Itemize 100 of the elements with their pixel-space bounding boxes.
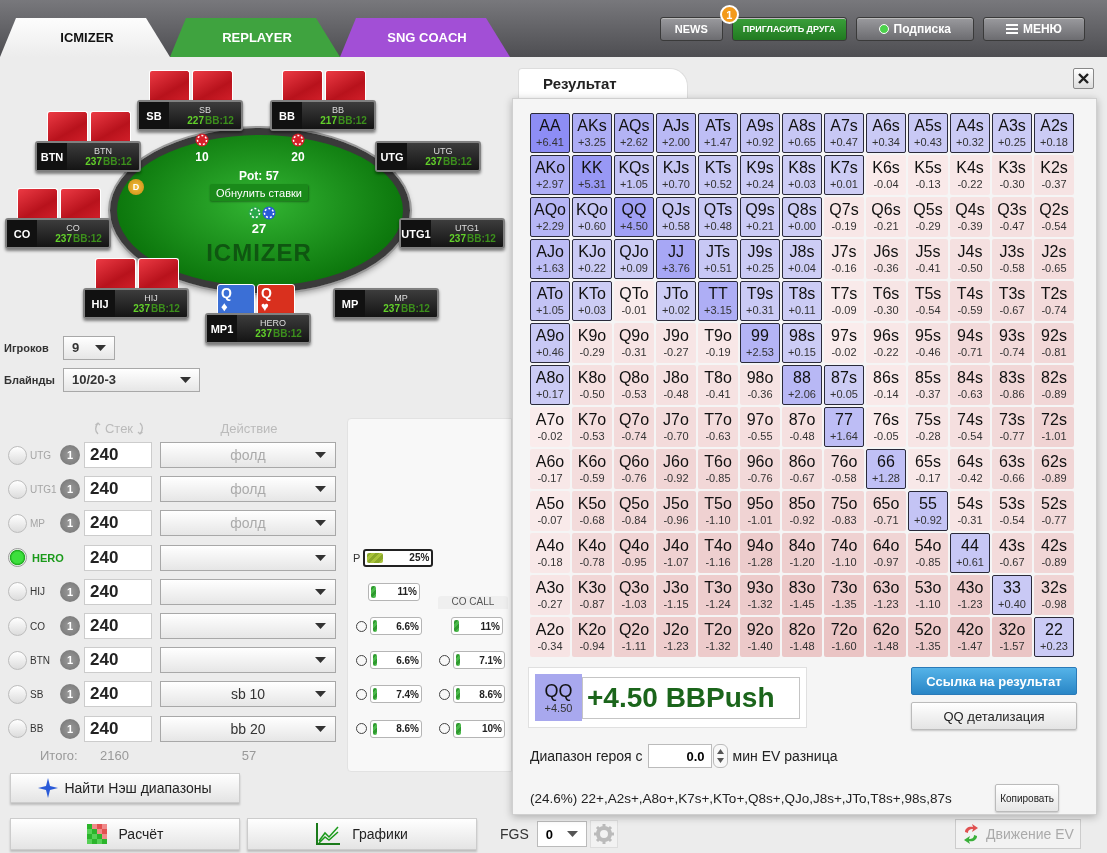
hand-cell[interactable]: 82s -0.89 bbox=[1034, 365, 1074, 405]
radio-button[interactable] bbox=[8, 548, 27, 568]
radio-button[interactable] bbox=[8, 719, 27, 739]
charts-button[interactable]: Графики bbox=[247, 818, 477, 850]
hand-cell[interactable]: Q5o -0.84 bbox=[614, 491, 654, 531]
hand-cell[interactable]: 65o -0.71 bbox=[866, 491, 906, 531]
hand-cell[interactable]: K6s -0.04 bbox=[866, 155, 906, 195]
hand-cell[interactable]: Q9o -0.31 bbox=[614, 323, 654, 363]
hand-cell[interactable]: 64o -0.97 bbox=[866, 533, 906, 573]
hand-cell[interactable]: T3s -0.67 bbox=[992, 281, 1032, 321]
hand-cell[interactable]: 53o -1.10 bbox=[908, 575, 948, 615]
hand-cell[interactable]: 92s -0.81 bbox=[1034, 323, 1074, 363]
hand-cell[interactable]: 62o -1.48 bbox=[866, 617, 906, 657]
hand-cell[interactable]: 85o -0.92 bbox=[782, 491, 822, 531]
hand-cell[interactable]: 54s -0.31 bbox=[950, 491, 990, 531]
hand-cell[interactable]: J3s -0.58 bbox=[992, 239, 1032, 279]
hand-cell[interactable]: T3o -1.24 bbox=[698, 575, 738, 615]
hand-cell[interactable]: 92o -1.40 bbox=[740, 617, 780, 657]
hand-cell[interactable]: KJo +0.22 bbox=[572, 239, 612, 279]
radio-button[interactable] bbox=[8, 684, 27, 704]
stack-field[interactable]: 240 bbox=[84, 715, 152, 742]
hand-cell[interactable]: AA +6.41 bbox=[530, 113, 570, 153]
hand-cell[interactable]: 64s -0.42 bbox=[950, 449, 990, 489]
hand-cell[interactable]: J5o -0.96 bbox=[656, 491, 696, 531]
hand-cell[interactable]: T2s -0.74 bbox=[1034, 281, 1074, 321]
hand-cell[interactable]: K5o -0.68 bbox=[572, 491, 612, 531]
hand-cell[interactable]: 42o -1.47 bbox=[950, 617, 990, 657]
hand-cell[interactable]: T9o -0.19 bbox=[698, 323, 738, 363]
ev-threshold-field[interactable]: 0.0 bbox=[647, 744, 712, 768]
action-dropdown[interactable]: sb 10 bbox=[160, 681, 336, 708]
radio-button[interactable] bbox=[8, 650, 27, 670]
hand-cell[interactable]: A5o -0.07 bbox=[530, 491, 570, 531]
hand-cell[interactable]: T8o -0.41 bbox=[698, 365, 738, 405]
hand-cell[interactable]: A2o -0.34 bbox=[530, 617, 570, 657]
hand-cell[interactable]: A7s +0.47 bbox=[824, 113, 864, 153]
hand-cell[interactable]: 32o -1.57 bbox=[992, 617, 1032, 657]
hand-cell[interactable]: 74o -1.10 bbox=[824, 533, 864, 573]
hand-cell[interactable]: Q8o -0.53 bbox=[614, 365, 654, 405]
hand-cell[interactable]: J3o -1.15 bbox=[656, 575, 696, 615]
hand-cell[interactable]: 72s -1.01 bbox=[1034, 407, 1074, 447]
hand-cell[interactable]: 54o -0.85 bbox=[908, 533, 948, 573]
hand-cell[interactable]: 83s -0.86 bbox=[992, 365, 1032, 405]
hand-cell[interactable]: AKo +2.97 bbox=[530, 155, 570, 195]
hand-cell[interactable]: KTo +0.03 bbox=[572, 281, 612, 321]
hand-cell[interactable]: 66 +1.28 bbox=[866, 449, 906, 489]
hand-cell[interactable]: 52o -1.35 bbox=[908, 617, 948, 657]
hand-cell[interactable]: JTo +0.02 bbox=[656, 281, 696, 321]
hand-cell[interactable]: AQs +2.62 bbox=[614, 113, 654, 153]
hand-cell[interactable]: J9o -0.27 bbox=[656, 323, 696, 363]
stack-field[interactable]: 240 bbox=[84, 578, 152, 605]
hand-cell[interactable]: J2s -0.65 bbox=[1034, 239, 1074, 279]
action-dropdown[interactable] bbox=[160, 544, 336, 571]
action-dropdown[interactable] bbox=[160, 613, 336, 640]
hand-cell[interactable]: 94o -1.28 bbox=[740, 533, 780, 573]
hand-cell[interactable]: 83o -1.45 bbox=[782, 575, 822, 615]
hand-cell[interactable]: 42s -0.89 bbox=[1034, 533, 1074, 573]
hand-cell[interactable]: K4s -0.22 bbox=[950, 155, 990, 195]
hand-cell[interactable]: J7o -0.70 bbox=[656, 407, 696, 447]
hand-cell[interactable]: 63s -0.66 bbox=[992, 449, 1032, 489]
hand-cell[interactable]: 96s -0.22 bbox=[866, 323, 906, 363]
hand-cell[interactable]: 82o -1.48 bbox=[782, 617, 822, 657]
hand-cell[interactable]: 98s +0.15 bbox=[782, 323, 822, 363]
hand-cell[interactable]: 65s -0.17 bbox=[908, 449, 948, 489]
hand-cell[interactable]: K5s -0.13 bbox=[908, 155, 948, 195]
hand-cell[interactable]: AQo +2.29 bbox=[530, 197, 570, 237]
hand-cell[interactable]: AJs +2.00 bbox=[656, 113, 696, 153]
hand-cell[interactable]: 75s -0.28 bbox=[908, 407, 948, 447]
hand-cell[interactable]: 77 +1.64 bbox=[824, 407, 864, 447]
hand-cell[interactable]: 73o -1.35 bbox=[824, 575, 864, 615]
reset-bets-button[interactable]: Обнулить ставки bbox=[210, 184, 308, 201]
fgs-dropdown[interactable]: 0 bbox=[536, 821, 587, 847]
hand-cell[interactable]: JTs +0.51 bbox=[698, 239, 738, 279]
hand-cell[interactable]: ATo +1.05 bbox=[530, 281, 570, 321]
nav-button[interactable]: NEWS bbox=[659, 17, 723, 41]
hand-cell[interactable]: Q3o -1.03 bbox=[614, 575, 654, 615]
hand-cell[interactable]: 43o -1.23 bbox=[950, 575, 990, 615]
hand-cell[interactable]: K8s +0.03 bbox=[782, 155, 822, 195]
hand-cell[interactable]: A5s +0.43 bbox=[908, 113, 948, 153]
hand-cell[interactable]: K7o -0.53 bbox=[572, 407, 612, 447]
hand-cell[interactable]: T5o -1.10 bbox=[698, 491, 738, 531]
hand-cell[interactable]: K7s +0.01 bbox=[824, 155, 864, 195]
hand-cell[interactable]: 74s -0.54 bbox=[950, 407, 990, 447]
hand-cell[interactable]: Q7s -0.19 bbox=[824, 197, 864, 237]
hand-cell[interactable]: AKs +3.25 bbox=[572, 113, 612, 153]
stack-field[interactable]: 240 bbox=[84, 681, 152, 708]
hand-cell[interactable]: AJo +1.63 bbox=[530, 239, 570, 279]
hand-cell[interactable]: 43s -0.67 bbox=[992, 533, 1032, 573]
subscription-button[interactable]: Подписка bbox=[855, 17, 974, 41]
hand-cell[interactable]: 87o -0.48 bbox=[782, 407, 822, 447]
hand-cell[interactable]: J7s -0.16 bbox=[824, 239, 864, 279]
hand-cell[interactable]: 85s -0.37 bbox=[908, 365, 948, 405]
hand-cell[interactable]: 73s -0.77 bbox=[992, 407, 1032, 447]
hand-cell[interactable]: Q7o -0.74 bbox=[614, 407, 654, 447]
hand-cell[interactable]: 76o -0.58 bbox=[824, 449, 864, 489]
hand-cell[interactable]: 72o -1.60 bbox=[824, 617, 864, 657]
hand-cell[interactable]: Q4s -0.39 bbox=[950, 197, 990, 237]
hand-cell[interactable]: 84o -1.20 bbox=[782, 533, 822, 573]
hand-cell[interactable]: 86s -0.14 bbox=[866, 365, 906, 405]
hand-cell[interactable]: JJ +3.76 bbox=[656, 239, 696, 279]
hand-cell[interactable]: A4o -0.18 bbox=[530, 533, 570, 573]
